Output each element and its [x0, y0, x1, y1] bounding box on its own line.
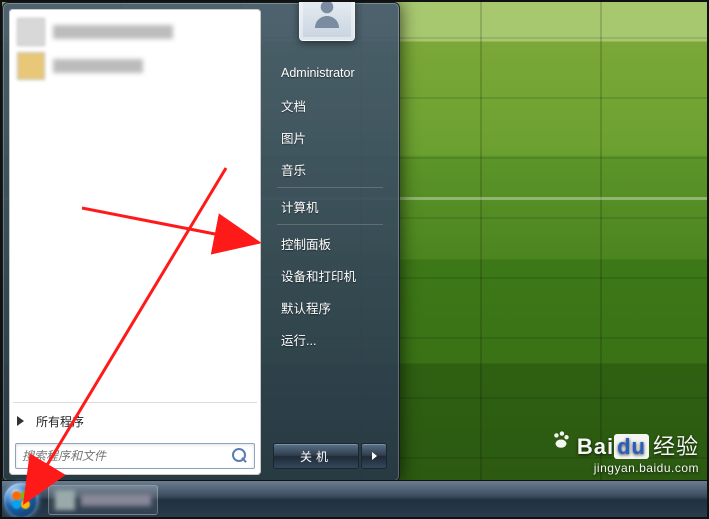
user-picture[interactable] [299, 0, 355, 41]
program-icon [17, 52, 45, 80]
program-icon [17, 18, 45, 46]
start-button[interactable] [0, 481, 42, 519]
right-item-administrator[interactable]: Administrator [271, 57, 389, 89]
program-label-redacted [53, 25, 173, 39]
pinned-program-1[interactable] [13, 15, 257, 49]
start-menu-left-pane: 所有程序 [9, 9, 261, 475]
right-item-computer[interactable]: 计算机 [271, 190, 389, 222]
right-item-documents[interactable]: 文档 [271, 89, 389, 121]
all-programs-button[interactable]: 所有程序 [9, 405, 261, 437]
chevron-right-icon [17, 416, 24, 426]
app-title-redacted [81, 494, 151, 506]
start-menu-right-pane: Administrator 文档 图片 音乐 计算机 控制面板 设备和打印机 默… [261, 9, 393, 475]
right-item-control-panel[interactable]: 控制面板 [271, 227, 389, 259]
right-item-pictures[interactable]: 图片 [271, 121, 389, 153]
pinned-program-2[interactable] [13, 49, 257, 83]
shutdown-button[interactable]: 关机 [273, 443, 359, 469]
separator [13, 402, 257, 403]
search-box[interactable] [15, 443, 255, 469]
search-icon [232, 448, 248, 464]
chevron-right-icon [372, 452, 377, 460]
user-icon [309, 0, 345, 31]
right-item-run[interactable]: 运行... [271, 323, 389, 355]
shutdown-options-button[interactable] [361, 443, 387, 469]
taskbar [0, 480, 709, 519]
separator [277, 187, 383, 188]
program-label-redacted [53, 59, 143, 73]
right-item-music[interactable]: 音乐 [271, 153, 389, 185]
right-item-devices-printers[interactable]: 设备和打印机 [271, 259, 389, 291]
search-input[interactable] [22, 449, 232, 463]
right-item-default-programs[interactable]: 默认程序 [271, 291, 389, 323]
app-icon [55, 490, 75, 510]
program-list [9, 9, 261, 400]
taskbar-app-button[interactable] [48, 485, 158, 515]
all-programs-label: 所有程序 [36, 413, 84, 430]
separator [277, 224, 383, 225]
watermark: Baidu经验 jingyan.baidu.com [550, 429, 699, 475]
windows-logo-icon [4, 483, 38, 517]
start-menu: 所有程序 Administrator 文档 图片 音乐 计算机 控制面板 设备和… [2, 2, 400, 482]
